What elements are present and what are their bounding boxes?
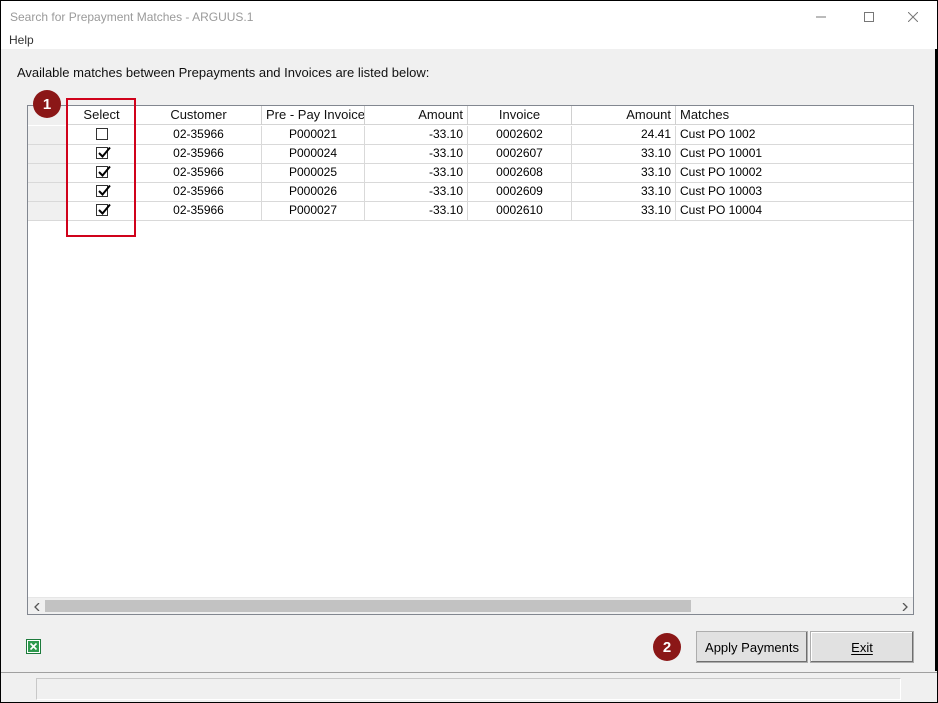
cell-invoice[interactable]: 0002607 bbox=[468, 145, 572, 163]
excel-icon[interactable] bbox=[26, 639, 41, 654]
scroll-left-icon[interactable] bbox=[28, 598, 45, 615]
cell-invoice[interactable]: 0002608 bbox=[468, 164, 572, 182]
exit-button[interactable]: Exit bbox=[810, 631, 914, 663]
row-header[interactable] bbox=[28, 145, 68, 163]
checked-checkbox-icon[interactable] bbox=[95, 184, 111, 197]
close-icon[interactable] bbox=[890, 1, 936, 32]
cell-prepay-invoice[interactable]: P000026 bbox=[262, 183, 365, 201]
cell-amount-prepay[interactable]: -33.10 bbox=[365, 202, 468, 220]
scroll-right-icon[interactable] bbox=[896, 598, 913, 615]
select-checkbox-cell[interactable] bbox=[68, 183, 136, 201]
status-panel bbox=[36, 678, 901, 700]
table-row[interactable]: 02-35966 P000021 -33.10 0002602 24.41 Cust PO… bbox=[28, 126, 913, 145]
grid-header: Select Customer Pre - Pay Invoice Amount… bbox=[28, 106, 913, 125]
select-checkbox-cell[interactable] bbox=[68, 145, 136, 163]
prepayment-matches-window: Search for Prepayment Matches - ARGUUS.1… bbox=[0, 0, 938, 703]
row-header[interactable] bbox=[28, 164, 68, 182]
checked-checkbox-icon[interactable] bbox=[95, 203, 111, 216]
cell-invoice[interactable]: 0002610 bbox=[468, 202, 572, 220]
cell-customer[interactable]: 02-35966 bbox=[136, 183, 262, 201]
select-checkbox-cell[interactable] bbox=[68, 126, 136, 144]
checked-checkbox-icon[interactable] bbox=[95, 165, 111, 178]
matches-grid[interactable]: Select Customer Pre - Pay Invoice Amount… bbox=[27, 105, 914, 615]
window-title: Search for Prepayment Matches - ARGUUS.1 bbox=[10, 10, 254, 24]
unchecked-checkbox-icon[interactable] bbox=[95, 127, 108, 140]
header-select[interactable]: Select bbox=[68, 106, 136, 125]
cell-matches[interactable]: Cust PO 1002 bbox=[676, 126, 913, 144]
exit-button-label: Exit bbox=[851, 639, 873, 655]
step-badge-1: 1 bbox=[33, 90, 61, 118]
table-row[interactable]: 02-35966 P000026 -33.10 0002609 33.10 Cust PO… bbox=[28, 183, 913, 202]
minimize-icon[interactable] bbox=[798, 1, 844, 32]
table-row[interactable]: 02-35966 P000025 -33.10 0002608 33.10 Cust PO… bbox=[28, 164, 913, 183]
cell-customer[interactable]: 02-35966 bbox=[136, 202, 262, 220]
cell-prepay-invoice[interactable]: P000021 bbox=[262, 126, 365, 144]
step-badge-2: 2 bbox=[653, 633, 681, 661]
select-checkbox-cell[interactable] bbox=[68, 202, 136, 220]
scrollbar-thumb[interactable] bbox=[45, 600, 691, 612]
dialog-content: Available matches between Prepayments an… bbox=[1, 49, 937, 671]
cell-prepay-invoice[interactable]: P000024 bbox=[262, 145, 365, 163]
cell-invoice[interactable]: 0002609 bbox=[468, 183, 572, 201]
cell-customer[interactable]: 02-35966 bbox=[136, 145, 262, 163]
cell-matches[interactable]: Cust PO 10003 bbox=[676, 183, 913, 201]
cell-amount-invoice[interactable]: 33.10 bbox=[572, 183, 676, 201]
header-prepay-invoice[interactable]: Pre - Pay Invoice bbox=[262, 106, 365, 125]
cell-amount-prepay[interactable]: -33.10 bbox=[365, 164, 468, 182]
horizontal-scrollbar[interactable] bbox=[28, 597, 913, 614]
menu-help[interactable]: Help bbox=[9, 33, 34, 47]
table-row[interactable]: 02-35966 P000027 -33.10 0002610 33.10 Cust PO… bbox=[28, 202, 913, 221]
cell-amount-prepay[interactable]: -33.10 bbox=[365, 126, 468, 144]
row-header[interactable] bbox=[28, 202, 68, 220]
header-amount-invoice[interactable]: Amount bbox=[572, 106, 676, 125]
checked-checkbox-icon[interactable] bbox=[95, 146, 111, 159]
menu-bar: Help bbox=[1, 32, 937, 49]
table-row[interactable]: 02-35966 P000024 -33.10 0002607 33.10 Cust PO… bbox=[28, 145, 913, 164]
title-bar[interactable]: Search for Prepayment Matches - ARGUUS.1 bbox=[1, 1, 937, 32]
status-bar bbox=[1, 672, 937, 702]
maximize-icon[interactable] bbox=[846, 1, 892, 32]
cell-matches[interactable]: Cust PO 10004 bbox=[676, 202, 913, 220]
header-matches[interactable]: Matches bbox=[676, 106, 913, 125]
cell-amount-prepay[interactable]: -33.10 bbox=[365, 183, 468, 201]
cell-amount-invoice[interactable]: 33.10 bbox=[572, 164, 676, 182]
cell-matches[interactable]: Cust PO 10002 bbox=[676, 164, 913, 182]
window-right-edge bbox=[935, 49, 937, 671]
header-customer[interactable]: Customer bbox=[136, 106, 262, 125]
cell-prepay-invoice[interactable]: P000025 bbox=[262, 164, 365, 182]
cell-matches[interactable]: Cust PO 10001 bbox=[676, 145, 913, 163]
cell-amount-prepay[interactable]: -33.10 bbox=[365, 145, 468, 163]
header-invoice[interactable]: Invoice bbox=[468, 106, 572, 125]
cell-customer[interactable]: 02-35966 bbox=[136, 164, 262, 182]
header-amount-prepay[interactable]: Amount bbox=[365, 106, 468, 125]
select-checkbox-cell[interactable] bbox=[68, 164, 136, 182]
cell-prepay-invoice[interactable]: P000027 bbox=[262, 202, 365, 220]
row-header[interactable] bbox=[28, 183, 68, 201]
cell-customer[interactable]: 02-35966 bbox=[136, 126, 262, 144]
cell-invoice[interactable]: 0002602 bbox=[468, 126, 572, 144]
apply-payments-button[interactable]: Apply Payments bbox=[696, 631, 808, 663]
cell-amount-invoice[interactable]: 33.10 bbox=[572, 202, 676, 220]
cell-amount-invoice[interactable]: 33.10 bbox=[572, 145, 676, 163]
cell-amount-invoice[interactable]: 24.41 bbox=[572, 126, 676, 144]
instructions-label: Available matches between Prepayments an… bbox=[17, 65, 430, 80]
row-header[interactable] bbox=[28, 126, 68, 144]
